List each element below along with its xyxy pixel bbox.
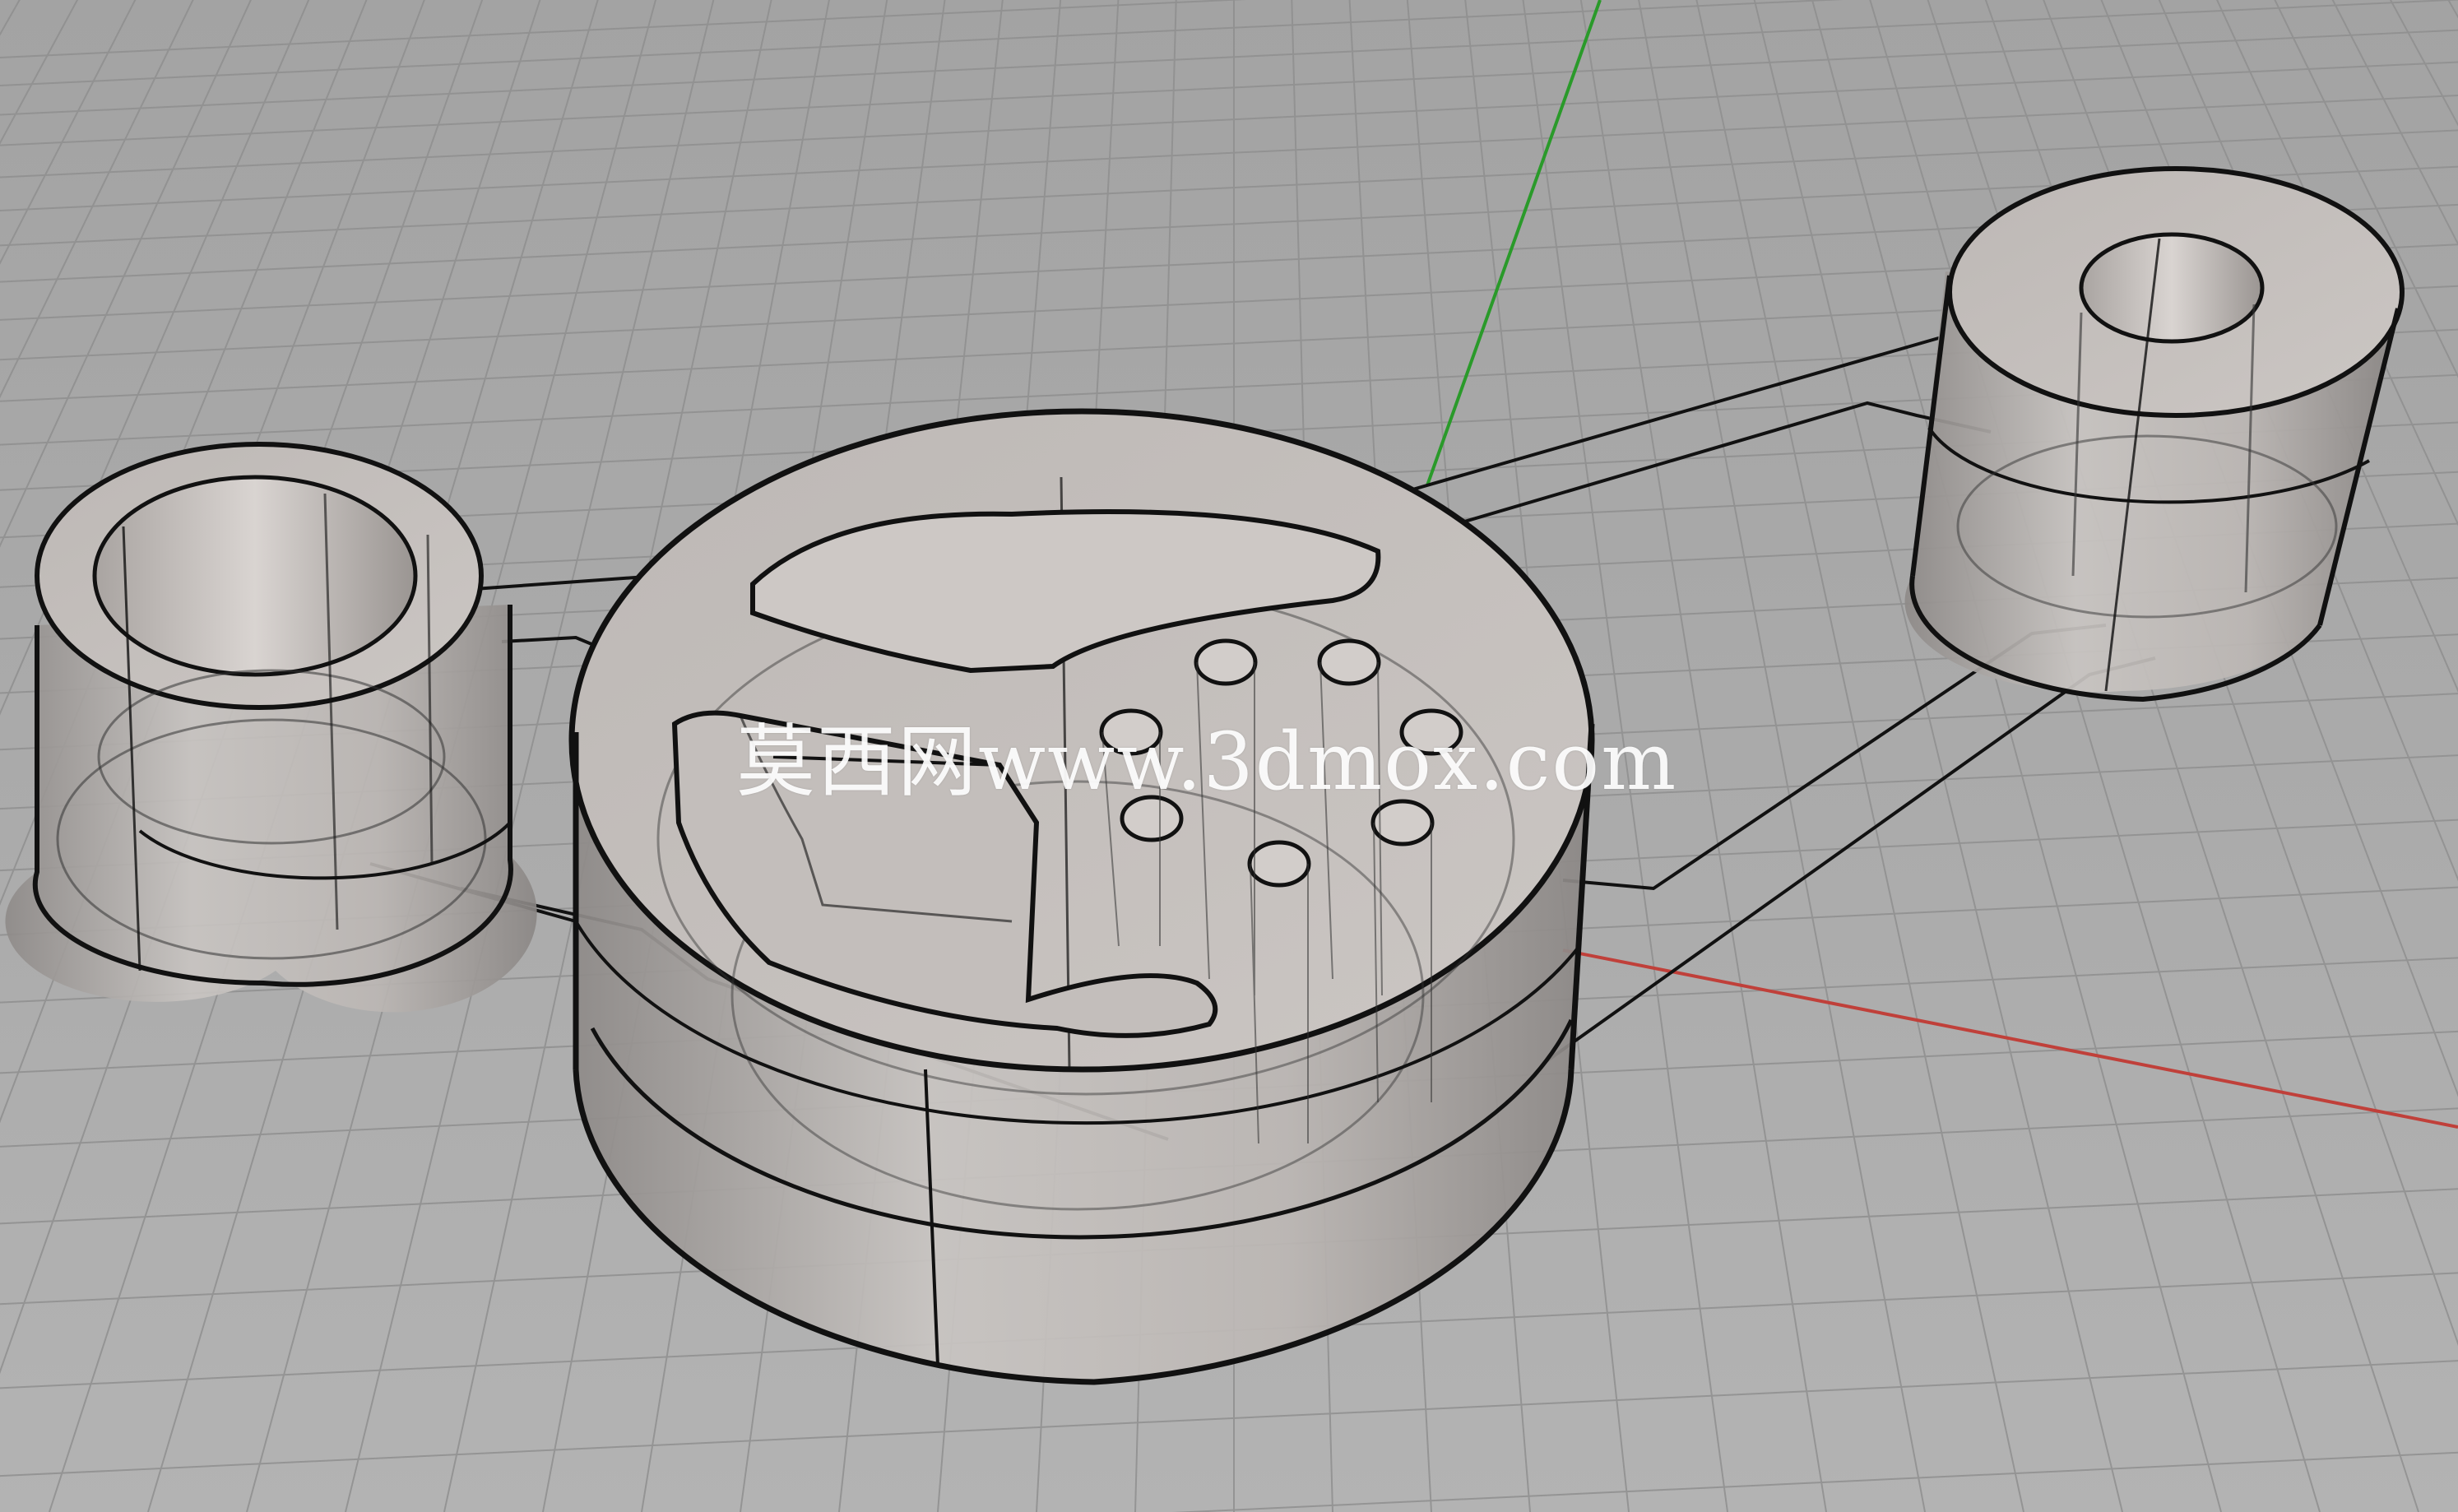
left-cylinder-sleeve — [5, 442, 537, 1013]
center-cylinder-part — [568, 408, 1595, 1385]
right-cylinder-sleeve — [1904, 166, 2405, 703]
y-axis-line — [1426, 0, 1602, 486]
watermark-text: 莫西网www.3dmox.com — [736, 716, 1678, 808]
rhino-perspective-viewport[interactable]: 莫西网www.3dmox.com — [0, 0, 2458, 1512]
